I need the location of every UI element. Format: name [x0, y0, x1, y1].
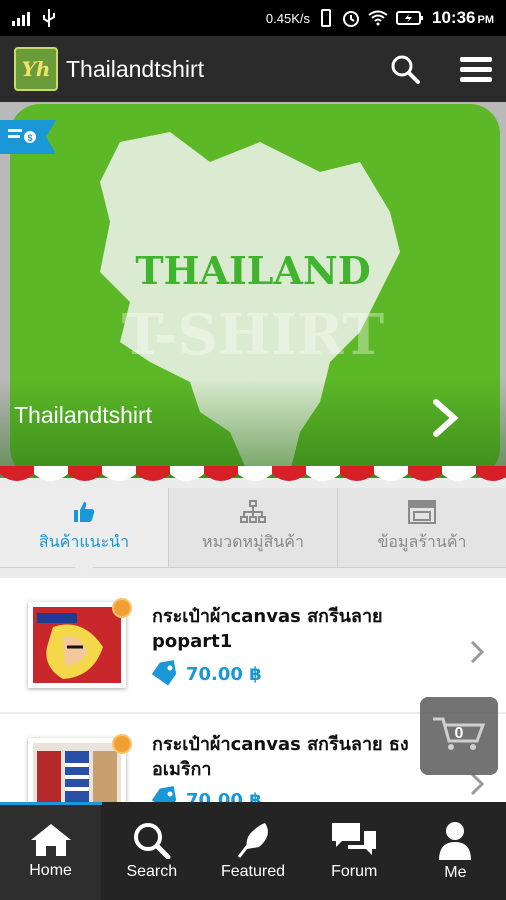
user-icon — [439, 822, 472, 860]
nav-label: Home — [29, 862, 72, 879]
bottom-nav: Home Search Featured Forum Me — [0, 802, 506, 900]
network-speed: 0.45K/s — [265, 10, 311, 26]
nav-featured[interactable]: Featured — [202, 802, 303, 900]
app-bar-actions — [390, 54, 492, 84]
product-image-flag — [33, 743, 121, 808]
product-item[interactable]: กระเป๋าผ้าcanvas สกรีนลาย popart1 70.00 … — [0, 578, 506, 712]
app-logo[interactable]: Yh — [14, 47, 58, 91]
banner-line2: T-SHIRT — [121, 302, 385, 368]
vibrate-icon — [321, 9, 332, 27]
chat-bubbles-icon — [332, 823, 377, 855]
nav-me[interactable]: Me — [405, 802, 506, 900]
tab-label: สินค้าแนะนำ — [38, 532, 130, 551]
tab-label: ข้อมูลร้านค้า — [377, 532, 467, 551]
price-row: 70.00 ฿ — [150, 660, 262, 688]
clock-ampm: PM — [477, 14, 495, 26]
storefront-icon — [408, 500, 436, 524]
app-title: Thailandtshirt — [66, 55, 205, 82]
chevron-right-icon[interactable] — [428, 398, 462, 438]
status-right: 0.45K/s 10:36 PM — [266, 8, 494, 28]
awning-decoration — [0, 466, 506, 481]
product-image-popart — [33, 607, 121, 683]
status-bar: 0.45K/s 10:36 PM — [0, 0, 506, 36]
wifi-icon — [368, 10, 388, 26]
feather-icon — [237, 823, 268, 858]
tab-categories[interactable]: หมวดหมู่สินค้า — [169, 488, 338, 567]
tab-recommended[interactable]: สินค้าแนะนำ — [0, 488, 169, 576]
shopping-cart-icon — [433, 717, 486, 750]
banner-caption: Thailandtshirt — [14, 402, 153, 428]
usb-icon — [43, 9, 55, 27]
nav-search[interactable]: Search — [101, 802, 202, 900]
product-title: กระเป๋าผ้าcanvas สกรีนลาย ธง อเมริกา — [152, 734, 409, 780]
product-title: กระเป๋าผ้าcanvas สกรีนลาย popart1 — [152, 606, 383, 652]
tab-bar: สินค้าแนะนำ หมวดหมู่สินค้า ข้อมูลร้านค้า — [0, 488, 506, 576]
shop-banner[interactable]: THAILAND T-SHIRT Thailandtshirt $ — [0, 102, 506, 478]
clock-time: 10:36 — [432, 8, 476, 27]
product-thumbnail — [28, 734, 132, 808]
menu-icon[interactable] — [460, 56, 492, 82]
ribbon-badge-icon: $ — [0, 120, 56, 154]
nav-forum[interactable]: Forum — [304, 802, 405, 900]
nav-home[interactable]: Home — [0, 802, 102, 900]
nav-label: Featured — [220, 863, 286, 880]
thumbs-up-icon — [74, 502, 95, 522]
nav-label: Forum — [331, 863, 378, 880]
banner-line1: THAILAND — [135, 248, 371, 293]
search-icon — [133, 823, 171, 859]
alarm-icon — [343, 11, 360, 27]
app-bar: Yh Thailandtshirt — [0, 36, 506, 102]
chevron-right-icon[interactable] — [470, 640, 484, 664]
nav-label: Me — [444, 864, 467, 881]
price-tag-icon — [151, 660, 177, 686]
hierarchy-icon — [240, 500, 266, 523]
logo-text: Yh — [21, 57, 51, 81]
medal-icon — [112, 734, 132, 754]
status-left — [12, 9, 56, 27]
product-thumbnail — [28, 598, 132, 688]
battery-icon — [396, 11, 424, 25]
svg-text:$: $ — [27, 133, 32, 143]
home-icon — [30, 824, 71, 856]
signal-icon — [12, 12, 30, 26]
product-price: 70.00 ฿ — [186, 663, 262, 685]
tab-shop-info[interactable]: ข้อมูลร้านค้า — [338, 488, 506, 567]
clock: 10:36 PM — [432, 8, 494, 28]
search-icon[interactable] — [390, 54, 420, 84]
cart-button[interactable]: 0 — [420, 697, 498, 775]
chevron-right-icon[interactable] — [470, 772, 484, 796]
nav-label: Search — [126, 863, 178, 880]
tab-label: หมวดหมู่สินค้า — [202, 532, 304, 551]
medal-icon — [112, 598, 132, 618]
nav-active-indicator — [0, 802, 102, 805]
